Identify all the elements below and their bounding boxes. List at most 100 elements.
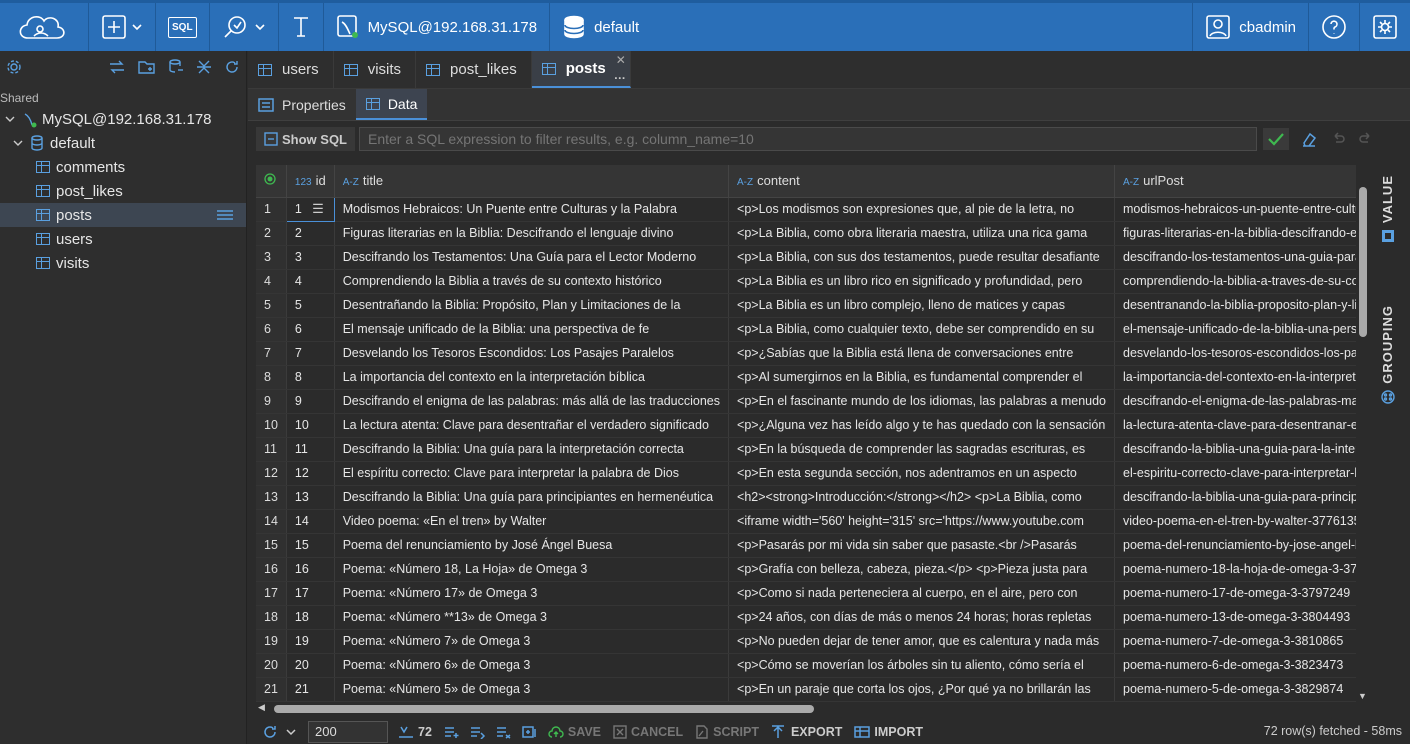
tree-table-comments[interactable]: comments: [0, 155, 246, 179]
url-post-cell[interactable]: poema-numero-18-la-hoja-de-omega-3-37899…: [1114, 557, 1356, 582]
import-button[interactable]: IMPORT: [854, 725, 923, 739]
script-button[interactable]: SCRIPT: [695, 725, 759, 739]
content-cell[interactable]: <p>La Biblia, como obra literaria maestr…: [728, 221, 1115, 246]
filter-database-icon[interactable]: [168, 59, 184, 75]
table-row[interactable]: 15 15 Poema del renunciamiento by José Áng…: [256, 533, 1356, 558]
tab-users[interactable]: users: [248, 51, 334, 88]
title-cell[interactable]: Descifrando la Biblia: Una guía para la …: [334, 437, 730, 462]
row-number-cell[interactable]: 19: [256, 629, 287, 654]
url-post-cell[interactable]: la-lectura-atenta-clave-para-desentranar…: [1114, 413, 1356, 438]
id-cell[interactable]: 2: [286, 221, 335, 246]
table-row[interactable]: 5 5 Desentrañando la Biblia: Propósito, Pl…: [256, 293, 1356, 318]
content-cell[interactable]: <h2><strong>Introducción:</strong></h2> …: [728, 485, 1115, 510]
tree-database[interactable]: default: [0, 131, 246, 155]
id-cell[interactable]: 21: [286, 677, 335, 702]
tree-table-posts[interactable]: posts: [0, 203, 246, 227]
id-cell[interactable]: 5: [286, 293, 335, 318]
content-cell[interactable]: <p>Los modismos son expresiones que, al …: [728, 197, 1115, 222]
tab-properties[interactable]: Properties: [248, 89, 356, 120]
table-row[interactable]: 10 10 La lectura atenta: Clave para desent…: [256, 413, 1356, 438]
table-row[interactable]: 1 1 ☰ Modismos Hebraicos: Un Puente entre C…: [256, 196, 1356, 222]
url-post-cell[interactable]: poema-numero-17-de-omega-3-3797249: [1114, 581, 1356, 606]
table-row[interactable]: 11 11 Descifrando la Biblia: Una guía para…: [256, 437, 1356, 462]
tab-posts[interactable]: posts ✕ …: [531, 51, 631, 88]
table-row[interactable]: 7 7 Desvelando los Tesoros Escondidos: Los…: [256, 341, 1356, 366]
horizontal-scrollbar[interactable]: ◀: [256, 702, 1356, 716]
column-header-id[interactable]: 123 id: [286, 165, 335, 198]
id-cell[interactable]: 3: [286, 245, 335, 270]
content-cell[interactable]: <p>En esta segunda sección, nos adentram…: [728, 461, 1115, 486]
user-menu[interactable]: cbadmin: [1192, 3, 1309, 51]
row-number-cell[interactable]: 6: [256, 317, 287, 342]
row-number-cell[interactable]: 17: [256, 581, 287, 606]
settings-icon[interactable]: [6, 59, 22, 75]
row-number-cell[interactable]: 11: [256, 437, 287, 462]
vertical-scrollbar[interactable]: ▼: [1357, 181, 1369, 701]
id-cell[interactable]: 14: [286, 509, 335, 534]
new-folder-icon[interactable]: [138, 59, 156, 75]
id-cell[interactable]: 7: [286, 341, 335, 366]
title-cell[interactable]: Poema: «Número 18, La Hoja» de Omega 3: [334, 557, 730, 582]
export-button[interactable]: EXPORT: [771, 725, 842, 739]
url-post-cell[interactable]: descifrando-la-biblia-una-guia-para-la-i…: [1114, 437, 1356, 462]
content-cell[interactable]: <p>Pasarás por mi vida sin saber que pas…: [728, 533, 1115, 558]
save-button[interactable]: SAVE: [548, 725, 601, 739]
active-connection[interactable]: MySQL@192.168.31.178: [324, 3, 551, 51]
title-cell[interactable]: Descifrando la Biblia: Una guía para pri…: [334, 485, 730, 510]
title-cell[interactable]: Poema: «Número 7» de Omega 3: [334, 629, 730, 654]
table-row[interactable]: 4 4 Comprendiendo la Biblia a través de su…: [256, 269, 1356, 294]
row-number-cell[interactable]: 3: [256, 245, 287, 270]
id-cell[interactable]: 1 ☰: [285, 196, 335, 222]
show-sql-button[interactable]: Show SQL: [256, 127, 355, 151]
row-number-cell[interactable]: 7: [256, 341, 287, 366]
url-post-cell[interactable]: el-mensaje-unificado-de-la-biblia-una-pe…: [1114, 317, 1356, 342]
transaction-mode-button[interactable]: [279, 3, 324, 51]
content-cell[interactable]: <p>No pueden dejar de tener amor, que es…: [728, 629, 1115, 654]
row-number-cell[interactable]: 8: [256, 365, 287, 390]
content-cell[interactable]: <p>En la búsqueda de comprender las sagr…: [728, 437, 1115, 462]
url-post-cell[interactable]: poema-numero-6-de-omega-3-3823473: [1114, 653, 1356, 678]
url-post-cell[interactable]: el-espiritu-correcto-clave-para-interpre…: [1114, 461, 1356, 486]
id-cell[interactable]: 20: [286, 653, 335, 678]
id-cell[interactable]: 6: [286, 317, 335, 342]
url-post-cell[interactable]: la-importancia-del-contexto-en-la-interp…: [1114, 365, 1356, 390]
tree-table-users[interactable]: users: [0, 227, 246, 251]
content-cell[interactable]: <p>Grafía con belleza, cabeza, pieza.</p…: [728, 557, 1115, 582]
url-post-cell[interactable]: descifrando-los-testamentos-una-guia-par…: [1114, 245, 1356, 270]
row-number-cell[interactable]: 21: [256, 677, 287, 702]
url-post-cell[interactable]: modismos-hebraicos-un-puente-entre-cultu…: [1114, 197, 1356, 222]
row-number-cell[interactable]: 4: [256, 269, 287, 294]
content-cell[interactable]: <p>Cómo se moverían los árboles sin tu a…: [728, 653, 1115, 678]
row-number-cell[interactable]: 5: [256, 293, 287, 318]
id-cell[interactable]: 8: [286, 365, 335, 390]
table-row[interactable]: 19 19 Poema: «Número 7» de Omega 3 <p>No pu…: [256, 629, 1356, 654]
content-cell[interactable]: <p>La Biblia, con sus dos testamentos, p…: [728, 245, 1115, 270]
scroll-down-icon[interactable]: ▼: [1358, 691, 1367, 701]
table-row[interactable]: 8 8 La importancia del contexto en la inte…: [256, 365, 1356, 390]
content-cell[interactable]: <p>La Biblia es un libro rico en signifi…: [728, 269, 1115, 294]
link-editor-icon[interactable]: [108, 59, 126, 75]
tab-visits[interactable]: visits: [334, 51, 417, 88]
app-logo[interactable]: [0, 3, 89, 51]
url-post-cell[interactable]: video-poema-en-el-tren-by-walter-3776135: [1114, 509, 1356, 534]
tools-button[interactable]: [210, 3, 279, 51]
table-row[interactable]: 14 14 Video poema: «En el tren» by Walter <…: [256, 509, 1356, 534]
tab-data[interactable]: Data: [355, 89, 428, 120]
row-number-cell[interactable]: 15: [256, 533, 287, 558]
table-row[interactable]: 20 20 Poema: «Número 6» de Omega 3 <p>Cómo …: [256, 653, 1356, 678]
title-cell[interactable]: El mensaje unificado de la Biblia: una p…: [334, 317, 730, 342]
table-row[interactable]: 6 6 El mensaje unificado de la Biblia: una…: [256, 317, 1356, 342]
sql-editor-button[interactable]: SQL: [156, 3, 210, 51]
row-number-cell[interactable]: 16: [256, 557, 287, 582]
tree-connection[interactable]: MySQL@192.168.31.178: [0, 107, 246, 131]
duplicate-row-icon[interactable]: [470, 725, 486, 739]
title-cell[interactable]: Modismos Hebraicos: Un Puente entre Cult…: [334, 197, 730, 222]
undo-icon[interactable]: [1331, 132, 1345, 146]
title-cell[interactable]: La lectura atenta: Clave para desentraña…: [334, 413, 730, 438]
title-cell[interactable]: Poema: «Número **13» de Omega 3: [334, 605, 730, 630]
settings-button[interactable]: [1360, 3, 1410, 51]
row-number-cell[interactable]: 14: [256, 509, 287, 534]
title-cell[interactable]: Desvelando los Tesoros Escondidos: Los P…: [334, 341, 730, 366]
refresh-icon[interactable]: [262, 724, 278, 740]
filter-input[interactable]: [359, 127, 1257, 151]
